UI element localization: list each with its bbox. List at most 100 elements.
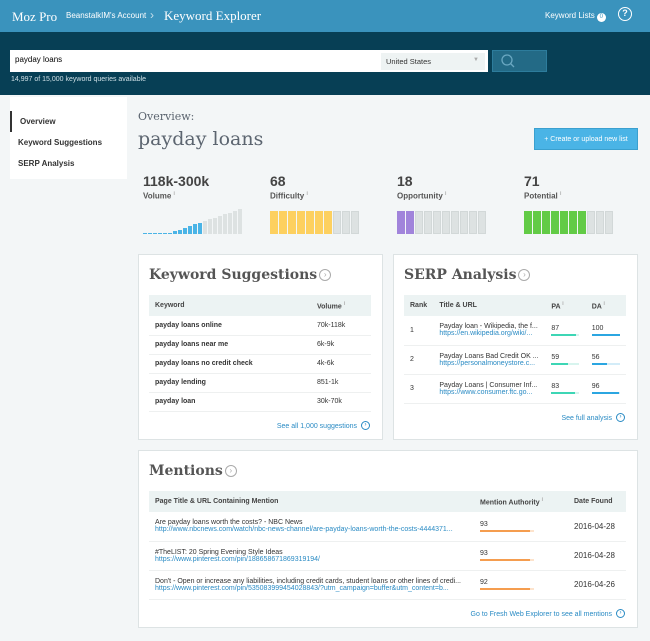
info-icon[interactable]: i bbox=[445, 191, 446, 197]
keyword-cell[interactable]: payday loan bbox=[149, 392, 311, 412]
table-row: payday loans no credit check 4k-6k bbox=[149, 354, 371, 374]
fresh-web-explorer-link[interactable]: Go to Fresh Web Explorer to see all ment… bbox=[471, 609, 625, 618]
metric-difficulty: 68 Difficulty i bbox=[270, 173, 359, 234]
table-row: payday loans near me 6k-9k bbox=[149, 335, 371, 355]
panel-title: Keyword Suggestions bbox=[149, 267, 318, 283]
difficulty-segment bbox=[306, 210, 314, 234]
volume-bar bbox=[143, 232, 147, 234]
serp-table: Rank Title & URL PA i DA i 1 Payday loan - W… bbox=[404, 295, 626, 404]
keyword-cell[interactable]: payday loans online bbox=[149, 316, 311, 336]
metric-volume: 118k-300k Volume i bbox=[143, 173, 242, 234]
info-icon[interactable]: i bbox=[174, 191, 175, 197]
potential-segment bbox=[578, 210, 586, 234]
authority-value: 93 bbox=[480, 520, 488, 528]
volume-bar bbox=[188, 225, 192, 234]
col-page: Page Title & URL Containing Mention bbox=[149, 491, 474, 512]
difficulty-segment bbox=[333, 210, 341, 234]
volume-cell: 6k-9k bbox=[311, 335, 371, 355]
keyword-lists-link[interactable]: Keyword Lists 0 bbox=[545, 11, 606, 22]
panel-title: SERP Analysis bbox=[404, 267, 517, 283]
keyword-input[interactable] bbox=[15, 55, 375, 64]
chevron-right-circle-icon[interactable]: › bbox=[319, 269, 332, 281]
date-cell: 2016-04-26 bbox=[568, 570, 626, 600]
result-title: Payday Loans | Consumer Inf... bbox=[439, 381, 538, 389]
volume-bar bbox=[208, 218, 212, 234]
top-nav: Moz Pro BeanstalkIM's Account › Keyword … bbox=[0, 0, 650, 32]
volume-bar bbox=[158, 232, 162, 234]
potential-gauge bbox=[524, 210, 613, 234]
see-all-suggestions-link[interactable]: See all 1,000 suggestions › bbox=[277, 421, 370, 430]
opportunity-gauge bbox=[397, 210, 486, 234]
col-da: DA i bbox=[585, 295, 626, 316]
potential-segment bbox=[542, 210, 550, 234]
brand-logo[interactable]: Moz Pro bbox=[12, 9, 57, 25]
country-value: United States bbox=[386, 57, 432, 66]
sidebar-item-serp-analysis[interactable]: SERP Analysis bbox=[10, 153, 127, 174]
keyword-cell[interactable]: payday lending bbox=[149, 373, 311, 393]
opportunity-value: 18 bbox=[397, 173, 413, 189]
mentions-panel: Mentions › Page Title & URL Containing Me… bbox=[138, 450, 638, 628]
see-full-analysis-link[interactable]: See full analysis › bbox=[561, 413, 625, 422]
authority-value: 92 bbox=[480, 579, 488, 586]
search-button[interactable] bbox=[492, 50, 547, 72]
keyword-cell[interactable]: payday loans no credit check bbox=[149, 354, 311, 374]
difficulty-segment bbox=[288, 210, 296, 234]
difficulty-segment bbox=[270, 210, 278, 234]
da-value: 96 bbox=[591, 383, 600, 390]
rank-cell: 2 bbox=[404, 345, 434, 375]
potential-value: 71 bbox=[524, 173, 540, 189]
mention-title: Are payday loans worth the costs? - NBC … bbox=[155, 519, 303, 527]
help-icon[interactable]: ? bbox=[618, 7, 632, 21]
potential-segment bbox=[524, 210, 532, 234]
difficulty-segment bbox=[315, 210, 323, 234]
page-title: payday loans bbox=[138, 128, 264, 150]
difficulty-segment bbox=[279, 210, 287, 234]
volume-bar bbox=[168, 232, 172, 234]
volume-bar bbox=[153, 232, 157, 234]
pa-value: 87 bbox=[551, 324, 560, 332]
result-url[interactable]: https://personalmoneystore.c... bbox=[439, 360, 539, 367]
result-title: Payday Loans Bad Credit OK ... bbox=[439, 352, 539, 360]
opportunity-segment bbox=[451, 210, 459, 234]
pa-bar bbox=[551, 363, 580, 365]
da-value: 56 bbox=[591, 354, 600, 361]
pa-bar bbox=[551, 392, 580, 394]
mention-url[interactable]: http://www.nbcnews.com/watch/nbc-news-ch… bbox=[155, 526, 468, 533]
keyword-cell[interactable]: payday loans near me bbox=[149, 335, 311, 355]
chevron-right-circle-icon[interactable]: › bbox=[518, 269, 531, 281]
info-icon[interactable]: i bbox=[306, 191, 307, 197]
search-icon bbox=[501, 54, 515, 68]
volume-bar bbox=[173, 230, 177, 234]
create-list-button[interactable]: + Create or upload new list bbox=[534, 128, 638, 150]
opportunity-segment bbox=[469, 210, 477, 234]
authority-bar bbox=[480, 588, 534, 590]
difficulty-label: Difficulty bbox=[270, 191, 305, 201]
potential-segment bbox=[569, 210, 577, 234]
result-url[interactable]: https://www.consumer.ftc.go... bbox=[439, 389, 539, 396]
volume-bar bbox=[213, 217, 217, 234]
result-url[interactable]: https://en.wikipedia.org/wiki/... bbox=[439, 330, 539, 337]
sidebar-item-keyword-suggestions[interactable]: Keyword Suggestions bbox=[10, 132, 127, 153]
rank-cell: 3 bbox=[404, 374, 434, 404]
info-icon[interactable]: i bbox=[560, 191, 561, 197]
difficulty-segment bbox=[351, 210, 359, 234]
opportunity-segment bbox=[424, 210, 432, 234]
mention-url[interactable]: https://www.pinterest.com/pin/1886586718… bbox=[155, 556, 468, 563]
chevron-right-circle-icon[interactable]: › bbox=[224, 465, 237, 477]
opportunity-segment bbox=[415, 210, 423, 234]
volume-value: 118k-300k bbox=[143, 173, 210, 189]
mention-url[interactable]: https://www.pinterest.com/pin/5350839994… bbox=[155, 585, 468, 592]
metric-potential: 71 Potential i bbox=[524, 173, 613, 234]
sidebar-item-overview[interactable]: Overview bbox=[10, 111, 127, 132]
difficulty-segment bbox=[324, 210, 332, 234]
potential-segment bbox=[587, 210, 595, 234]
country-select[interactable]: United States ▼ bbox=[381, 53, 485, 70]
da-bar bbox=[591, 333, 620, 336]
breadcrumb-chevron-icon: › bbox=[150, 8, 154, 22]
keyword-suggestions-panel: Keyword Suggestions › Keyword Volume i pay… bbox=[138, 254, 383, 440]
table-row: payday loan 30k-70k bbox=[149, 392, 371, 412]
da-bar bbox=[591, 392, 620, 394]
table-row: #TheLIST: 20 Spring Evening Style Ideas h… bbox=[149, 541, 626, 571]
account-link[interactable]: BeanstalkIM's Account bbox=[66, 11, 146, 20]
table-row: 2 Payday Loans Bad Credit OK ... https://p… bbox=[404, 345, 626, 375]
